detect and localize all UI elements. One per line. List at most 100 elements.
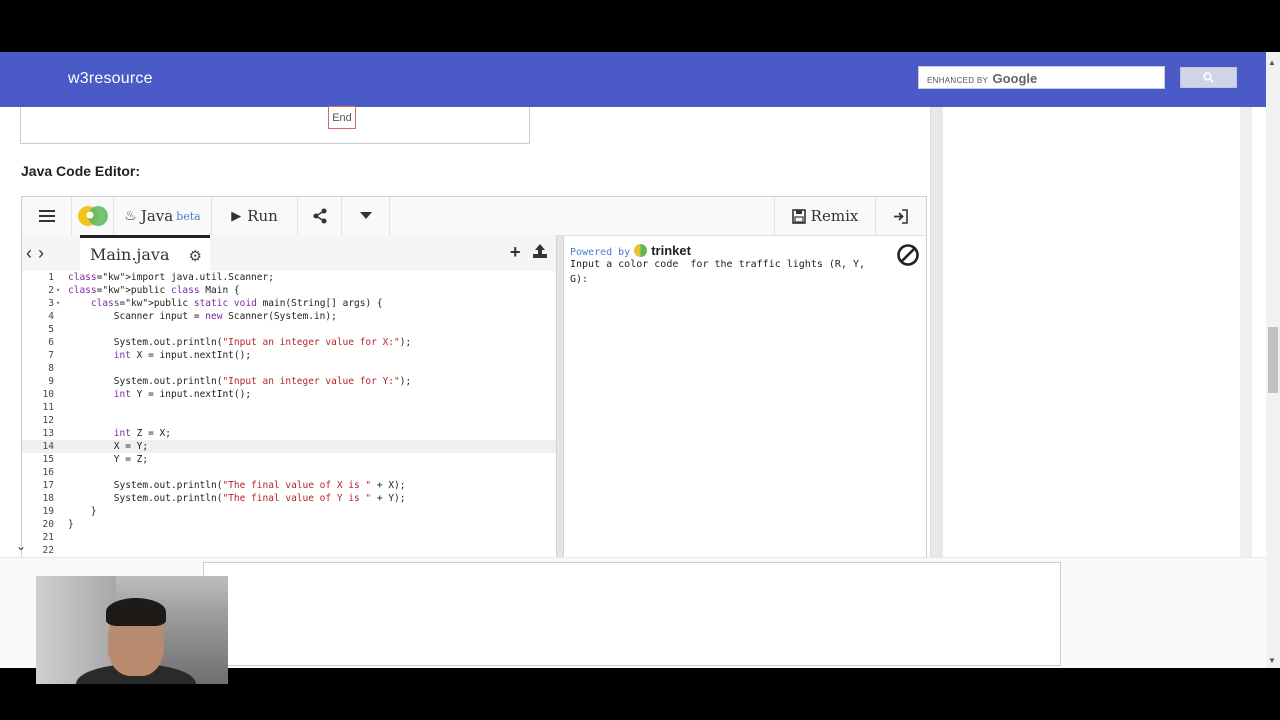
code-text: class="kw">public static void main(Strin…: [90, 298, 383, 309]
code-line[interactable]: 4 Scanner input = new Scanner(System.in)…: [22, 310, 556, 323]
login-icon: [894, 208, 908, 224]
trinket-brand[interactable]: trinket: [651, 243, 691, 258]
code-line[interactable]: 9 System.out.println("Input an integer v…: [22, 375, 556, 388]
code-area[interactable]: 1 class="kw">import java.util.Scanner; 2 ▾ c…: [22, 271, 556, 561]
line-number: 19: [42, 506, 54, 517]
line-number: 6: [48, 337, 54, 348]
code-line[interactable]: 6 System.out.println("Input an integer v…: [22, 336, 556, 349]
scroll-up-icon[interactable]: ▲: [1268, 58, 1276, 67]
fold-toggle-icon[interactable]: ▾: [56, 284, 60, 297]
flowchart-end-node: End: [328, 106, 356, 129]
chevron-down-icon[interactable]: ⌄: [16, 539, 26, 553]
gear-icon[interactable]: ⚙: [189, 247, 202, 265]
run-button[interactable]: ▶ Run: [212, 197, 298, 235]
file-tab-main[interactable]: Main.java ⚙: [80, 235, 210, 271]
code-line[interactable]: 19 }: [22, 505, 556, 518]
code-text: int X = input.nextInt();: [113, 350, 252, 361]
search-button[interactable]: [1180, 67, 1237, 88]
code-editor: ♨ Java beta ▶ Run Remix ‹› Main.java ⚙ +…: [21, 196, 927, 561]
line-number: 9: [48, 376, 54, 387]
code-line[interactable]: 13 int Z = X;: [22, 427, 556, 440]
line-number: 21: [42, 532, 54, 543]
code-line[interactable]: 11: [22, 401, 556, 414]
file-tab-bar: ‹› Main.java ⚙ +: [22, 235, 556, 271]
code-text: class="kw">import java.util.Scanner;: [68, 272, 274, 283]
code-line[interactable]: 5: [22, 323, 556, 336]
code-line[interactable]: 8: [22, 362, 556, 375]
ad-frame: [203, 562, 1061, 666]
search-icon: [1203, 72, 1214, 83]
line-number: 22: [42, 545, 54, 556]
code-line[interactable]: 21: [22, 531, 556, 544]
options-dropdown[interactable]: [342, 197, 390, 235]
code-text: System.out.println("Input an integer val…: [68, 337, 412, 348]
code-text: class="kw">public class Main {: [68, 285, 240, 296]
line-number: 17: [42, 480, 54, 491]
code-text: System.out.println("The final value of Y…: [68, 493, 406, 504]
powered-by: Powered by trinket: [570, 243, 691, 258]
code-line[interactable]: 18 System.out.println("The final value o…: [22, 492, 556, 505]
file-nav: ‹›: [26, 243, 50, 264]
code-text: System.out.println("Input an integer val…: [68, 376, 412, 387]
code-line[interactable]: 2 ▾ class="kw">public class Main {: [22, 284, 556, 297]
line-number: 15: [42, 454, 54, 465]
webcam-overlay: [36, 576, 228, 684]
code-line[interactable]: 22: [22, 544, 556, 557]
login-button[interactable]: [876, 197, 926, 235]
code-text: Scanner input = new Scanner(System.in);: [68, 311, 337, 322]
add-icon[interactable]: +: [510, 242, 521, 263]
webcam-person-hair: [106, 598, 166, 626]
code-line[interactable]: 17 System.out.println("The final value o…: [22, 479, 556, 492]
code-line[interactable]: 7 int X = input.nextInt();: [22, 349, 556, 362]
sidebar-edge: [1240, 107, 1252, 557]
line-number: 5: [48, 324, 54, 335]
scrollbar-thumb[interactable]: [1268, 327, 1278, 393]
code-line[interactable]: 20}: [22, 518, 556, 531]
code-line[interactable]: 1 class="kw">import java.util.Scanner;: [22, 271, 556, 284]
remix-label: Remix: [810, 207, 859, 225]
line-number: 8: [48, 363, 54, 374]
scroll-down-icon[interactable]: ▼: [1268, 656, 1276, 665]
remix-button[interactable]: Remix: [774, 197, 876, 235]
line-number: 14: [42, 441, 54, 452]
code-line[interactable]: 12: [22, 414, 556, 427]
code-text: System.out.println("The final value of X…: [68, 480, 406, 491]
code-line[interactable]: 16: [22, 466, 556, 479]
line-number: 13: [42, 428, 54, 439]
line-number: 1: [48, 272, 54, 283]
code-line[interactable]: 14 X = Y;: [22, 440, 556, 453]
back-arrow-icon[interactable]: ‹: [26, 243, 38, 263]
search-input[interactable]: ENHANCED BY Google: [918, 66, 1165, 89]
site-logo[interactable]: w3resource: [68, 70, 153, 88]
search-placeholder: ENHANCED BY Google: [927, 71, 1037, 86]
code-line[interactable]: 15 Y = Z;: [22, 453, 556, 466]
line-number: 4: [48, 311, 54, 322]
pane-splitter[interactable]: [556, 235, 564, 561]
line-number: 16: [42, 467, 54, 478]
code-text: int Z = X;: [113, 428, 171, 439]
language-label: Java: [140, 207, 174, 225]
line-number: 12: [42, 415, 54, 426]
run-label: Run: [247, 207, 278, 225]
forward-arrow-icon[interactable]: ›: [38, 243, 50, 263]
sidebar-divider: [930, 107, 943, 557]
hamburger-icon[interactable]: [22, 197, 72, 235]
language-selector[interactable]: ♨ Java beta: [114, 197, 212, 235]
code-text: }: [68, 506, 97, 517]
site-header: w3resource ENHANCED BY Google: [0, 52, 1266, 107]
output-text: Input a color code for the traffic light…: [570, 259, 866, 285]
chevron-down-icon: [359, 212, 372, 219]
share-button[interactable]: [298, 197, 342, 235]
line-number: 2: [48, 285, 54, 296]
share-icon: [313, 208, 326, 224]
trinket-dot-icon: [634, 244, 648, 257]
play-icon: ▶: [231, 208, 242, 224]
search-placeholder-brand: Google: [992, 71, 1038, 86]
editor-toolbar: ♨ Java beta ▶ Run Remix: [22, 197, 926, 236]
upload-icon[interactable]: [532, 243, 548, 264]
fold-toggle-icon[interactable]: ▾: [56, 297, 60, 310]
trinket-logo-icon[interactable]: [72, 197, 114, 235]
output-console[interactable]: Powered by trinket Input a color code for…: [564, 235, 926, 561]
code-line[interactable]: 3 ▾ class="kw">public static void main(St…: [22, 297, 556, 310]
code-line[interactable]: 10 int Y = input.nextInt();: [22, 388, 556, 401]
